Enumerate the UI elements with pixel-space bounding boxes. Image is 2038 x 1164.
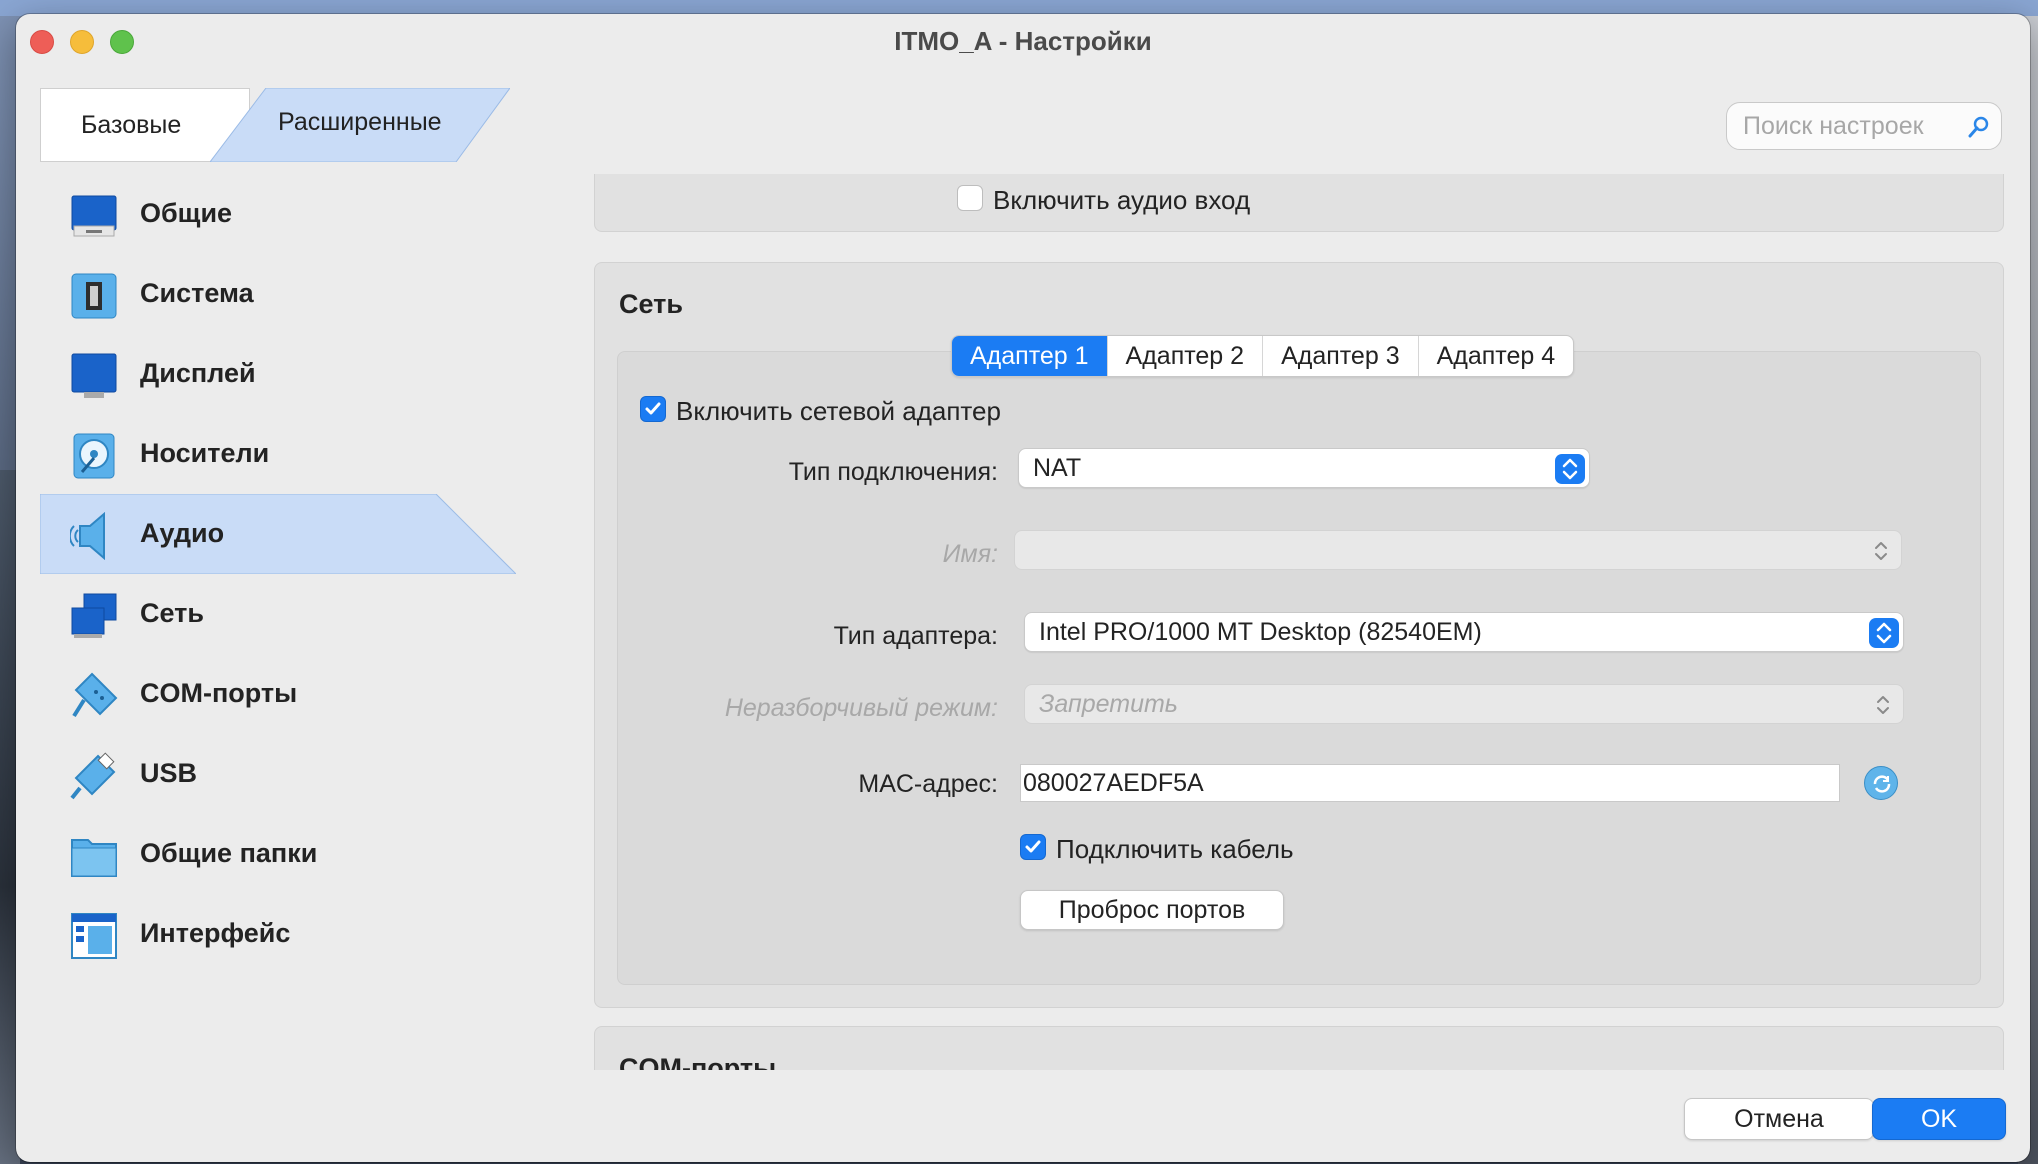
- network-icon: [70, 592, 118, 640]
- attachment-type-select[interactable]: NAT: [1018, 448, 1590, 488]
- sidebar-item-label: Общие папки: [140, 838, 318, 868]
- sidebar-item-label: COM-порты: [140, 678, 298, 708]
- attachment-type-label: Тип подключения:: [788, 458, 998, 486]
- com-ports-section: COM-порты: [594, 1026, 2004, 1070]
- interface-icon: [70, 912, 118, 960]
- audio-section: Включить аудио вход: [594, 174, 2004, 232]
- cable-connected-checkbox[interactable]: [1020, 834, 1046, 860]
- sidebar-item-system[interactable]: Система: [40, 254, 520, 334]
- sidebar-item-label: Дисплей: [140, 358, 256, 388]
- sidebar-item-label: Носители: [140, 438, 270, 468]
- folder-icon: [70, 832, 118, 880]
- tab-adapter-1[interactable]: Адаптер 1: [952, 336, 1108, 376]
- chevron-updown-icon: [1869, 618, 1899, 648]
- cable-connected-label: Подключить кабель: [1056, 834, 1294, 864]
- adapter-panel: Включить сетевой адаптер Тип подключения…: [617, 351, 1981, 985]
- disk-icon: [70, 432, 118, 480]
- settings-content: Включить аудио вход Сеть Включить сетево…: [594, 174, 2030, 1070]
- speaker-icon: [68, 511, 118, 561]
- tab-adapter-2[interactable]: Адаптер 2: [1108, 336, 1264, 376]
- sidebar-item-shared-folders[interactable]: Общие папки: [40, 814, 520, 894]
- enable-audio-input-checkbox[interactable]: [957, 185, 983, 211]
- tab-advanced-label: Расширенные: [278, 108, 442, 136]
- network-section: Сеть Включить сетевой адаптер Тип подклю…: [594, 262, 2004, 1008]
- network-section-title: Сеть: [619, 289, 683, 319]
- ok-button[interactable]: OK: [1872, 1098, 2006, 1140]
- search-icon[interactable]: [1967, 115, 1991, 144]
- window-title: ITMO_A - Настройки: [894, 26, 1152, 56]
- sidebar-item-label: Система: [140, 278, 254, 308]
- adapter-type-value: Intel PRO/1000 MT Desktop (82540EM): [1039, 617, 1482, 646]
- tab-advanced[interactable]: Расширенные: [210, 88, 510, 162]
- sidebar-item-label: USB: [140, 758, 198, 788]
- settings-sidebar: Общие Система Дисплей Носители Аудио Сет…: [40, 174, 520, 974]
- enable-adapter-checkbox[interactable]: [640, 396, 666, 422]
- mac-address-label: MAC-адрес:: [858, 770, 998, 798]
- sidebar-item-label: Интерфейс: [140, 918, 291, 948]
- adapter-type-label: Тип адаптера:: [833, 622, 998, 650]
- refresh-mac-icon[interactable]: [1864, 766, 1898, 800]
- sidebar-item-display[interactable]: Дисплей: [40, 334, 520, 414]
- enable-adapter-label: Включить сетевой адаптер: [676, 396, 1001, 426]
- search-box: [1726, 102, 2002, 150]
- name-select: [1014, 530, 1902, 570]
- sidebar-item-interface[interactable]: Интерфейс: [40, 894, 520, 974]
- chevron-updown-icon: [1873, 693, 1893, 724]
- chip-icon: [70, 272, 118, 320]
- mode-tabs: Базовые Расширенные: [40, 88, 510, 162]
- sidebar-item-general[interactable]: Общие: [40, 174, 520, 254]
- title-bar: ITMO_A - Настройки: [16, 14, 2030, 68]
- tab-adapter-3[interactable]: Адаптер 3: [1263, 336, 1419, 376]
- port-forwarding-button[interactable]: Проброс портов: [1020, 890, 1284, 930]
- search-input[interactable]: [1743, 111, 1963, 141]
- sidebar-item-storage[interactable]: Носители: [40, 414, 520, 494]
- adapter-type-select[interactable]: Intel PRO/1000 MT Desktop (82540EM): [1024, 612, 1904, 652]
- attachment-type-value: NAT: [1033, 453, 1082, 482]
- monitor-icon: [70, 352, 118, 400]
- sidebar-item-label: Общие: [140, 198, 233, 228]
- promiscuous-mode-select: Запретить: [1024, 684, 1904, 724]
- settings-window: ITMO_A - Настройки Базовые Расширенные П…: [16, 14, 2030, 1162]
- sidebar-item-com-ports[interactable]: COM-порты: [40, 654, 520, 734]
- cancel-button[interactable]: Отмена: [1684, 1098, 1874, 1140]
- chevron-updown-icon: [1871, 539, 1891, 570]
- sidebar-item-audio[interactable]: Аудио: [40, 494, 520, 574]
- tab-adapter-4[interactable]: Адаптер 4: [1419, 336, 1574, 376]
- adapter-tabs: Адаптер 1 Адаптер 2 Адаптер 3 Адаптер 4: [951, 335, 1575, 377]
- enable-audio-input-label: Включить аудио вход: [993, 185, 1251, 215]
- chevron-updown-icon: [1555, 454, 1585, 484]
- promiscuous-mode-label: Неразборчивый режим:: [724, 694, 998, 722]
- promiscuous-mode-value: Запретить: [1039, 689, 1178, 718]
- sidebar-item-label: Сеть: [140, 598, 204, 628]
- general-icon: [70, 192, 118, 240]
- sidebar-item-network[interactable]: Сеть: [40, 574, 520, 654]
- sidebar-item-usb[interactable]: USB: [40, 734, 520, 814]
- sidebar-item-label: Аудио: [140, 518, 225, 548]
- name-label: Имя:: [942, 540, 998, 568]
- mac-address-field[interactable]: [1020, 764, 1840, 802]
- usb-icon: [70, 752, 118, 800]
- com-ports-section-title: COM-порты: [619, 1053, 777, 1070]
- serial-port-icon: [70, 672, 118, 720]
